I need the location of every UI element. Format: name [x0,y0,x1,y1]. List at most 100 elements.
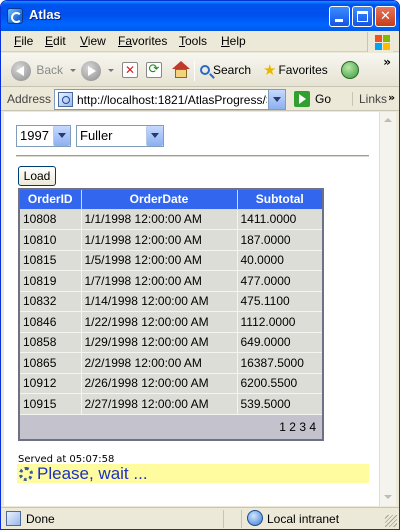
spinner-icon [19,467,33,481]
cell-subtotal: 187.0000 [236,229,324,251]
status-divider [241,510,242,528]
menu-help-label: elp [229,34,246,48]
forward-arrow-icon [81,60,101,81]
scroll-down-button[interactable] [380,489,396,506]
column-header-subtotal[interactable]: Subtotal [236,188,324,210]
ie-icon [7,8,23,24]
cell-orderdate: 1/14/1998 12:00:00 AM [80,290,238,312]
cell-subtotal: 6200.5500 [236,372,324,394]
table-row: 10819 1/7/1998 12:00:00 AM 477.0000 [18,270,324,292]
menu-favorites-label: vorites [132,34,168,48]
logo-red [375,35,382,42]
status-text: Done [26,512,55,526]
forward-dropdown-icon [108,69,115,73]
refresh-icon[interactable]: ⟳ [146,62,162,78]
cell-subtotal: 649.0000 [236,331,324,353]
menu-view[interactable]: View [80,34,106,48]
cell-orderdate: 2/2/1998 12:00:00 AM [80,352,238,374]
address-input[interactable]: http://localhost:1821/AtlasProgress/Syr [54,89,286,110]
forward-button[interactable] [81,60,115,81]
cell-orderdate: 1/7/1998 12:00:00 AM [80,270,238,292]
table-row: 10858 1/29/1998 12:00:00 AM 649.0000 [18,331,324,353]
browser-window: Atlas ✕ File Edit View Favorites Tools H… [0,0,400,530]
address-url: http://localhost:1821/AtlasProgress/Syr [77,93,267,107]
orders-grid: OrderID OrderDate Subtotal 10808 1/1/1998… [18,188,324,441]
toolbar-separator [194,61,195,81]
table-row: 10810 1/1/1998 12:00:00 AM 187.0000 [18,229,324,251]
cell-orderid: 10832 [18,290,82,312]
back-button[interactable]: Back [11,60,77,81]
search-button[interactable]: Search [200,60,251,80]
cell-orderdate: 2/26/1998 12:00:00 AM [80,372,238,394]
logo-green [383,35,390,42]
favorites-button[interactable]: ★ Favorites [263,60,328,80]
progress-panel: Please, wait ... [17,464,369,483]
menu-edit[interactable]: Edit [45,34,66,48]
minimize-button[interactable] [329,6,350,27]
toolbar-chevron[interactable]: » [383,55,391,69]
cell-subtotal: 475.1100 [236,290,324,312]
logo-yellow [383,43,390,50]
media-icon[interactable] [341,61,359,79]
customer-select[interactable]: Fuller [76,125,164,147]
load-button[interactable]: Load [18,166,56,186]
home-icon[interactable] [172,61,190,79]
logo-blue [375,43,382,50]
cell-subtotal: 16387.5000 [236,352,324,374]
wait-message: Please, wait ... [37,464,148,483]
menu-favorites[interactable]: Favorites [118,34,167,48]
cell-orderdate: 1/22/1998 12:00:00 AM [80,311,238,333]
favorites-label: Favorites [278,63,328,77]
links-button[interactable]: Links [352,92,387,106]
menu-help-accel: H [221,34,230,48]
pager-row: 1 2 3 4 [18,413,324,441]
status-bar: Done Local intranet [1,507,399,529]
cell-subtotal: 1411.0000 [236,208,324,230]
customer-select-value: Fuller [80,128,113,143]
maximize-button[interactable] [352,6,373,27]
close-button[interactable]: ✕ [375,6,396,27]
table-row: 10808 1/1/1998 12:00:00 AM 1411.0000 [18,208,324,230]
menu-favorites-accel: Fa [118,34,133,48]
cell-subtotal: 477.0000 [236,270,324,292]
window-title: Atlas [29,7,61,22]
column-header-orderid[interactable]: OrderID [18,188,82,210]
cell-orderid: 10808 [18,208,82,230]
menu-edit-accel: E [45,34,54,48]
menu-help[interactable]: Help [221,34,246,48]
cell-orderdate: 1/1/1998 12:00:00 AM [80,208,238,230]
cell-orderid: 10810 [18,229,82,251]
table-row: 10832 1/14/1998 12:00:00 AM 475.1100 [18,290,324,312]
go-arrow-icon[interactable] [294,91,310,107]
stop-icon[interactable]: ✕ [122,62,138,78]
menu-bar: File Edit View Favorites Tools Help [1,31,399,52]
menu-file[interactable]: File [14,34,33,48]
vertical-scrollbar[interactable] [379,112,396,506]
title-bar[interactable]: Atlas ✕ [1,1,399,31]
address-dropdown-button[interactable] [268,90,285,109]
resize-grip[interactable] [385,515,397,527]
cell-orderid: 10846 [18,311,82,333]
year-select[interactable]: 1997 [16,125,71,147]
address-label: Address [7,92,52,106]
table-row: 10865 2/2/1998 12:00:00 AM 16387.5000 [18,352,324,374]
cell-orderid: 10865 [18,352,82,374]
year-dropdown-icon [53,126,70,146]
pager-links[interactable]: 1 2 3 4 [18,413,324,441]
maximize-icon [357,11,368,22]
cell-orderid: 10819 [18,270,82,292]
customer-dropdown-icon [146,126,163,146]
page-status-icon [6,511,21,526]
menu-tools-label: ools [185,34,208,48]
menu-view-label: iew [87,34,106,48]
status-divider [223,510,224,528]
cell-orderdate: 1/5/1998 12:00:00 AM [80,249,238,271]
column-header-orderdate[interactable]: OrderDate [80,188,238,210]
links-chevron[interactable]: » [388,91,395,104]
menu-tools[interactable]: Tools [179,34,207,48]
menu-view-accel: V [80,34,88,48]
scroll-up-button[interactable] [380,112,396,129]
go-button[interactable]: Go [315,92,331,106]
minimize-icon [335,19,343,22]
grid-header-row: OrderID OrderDate Subtotal [18,188,324,210]
